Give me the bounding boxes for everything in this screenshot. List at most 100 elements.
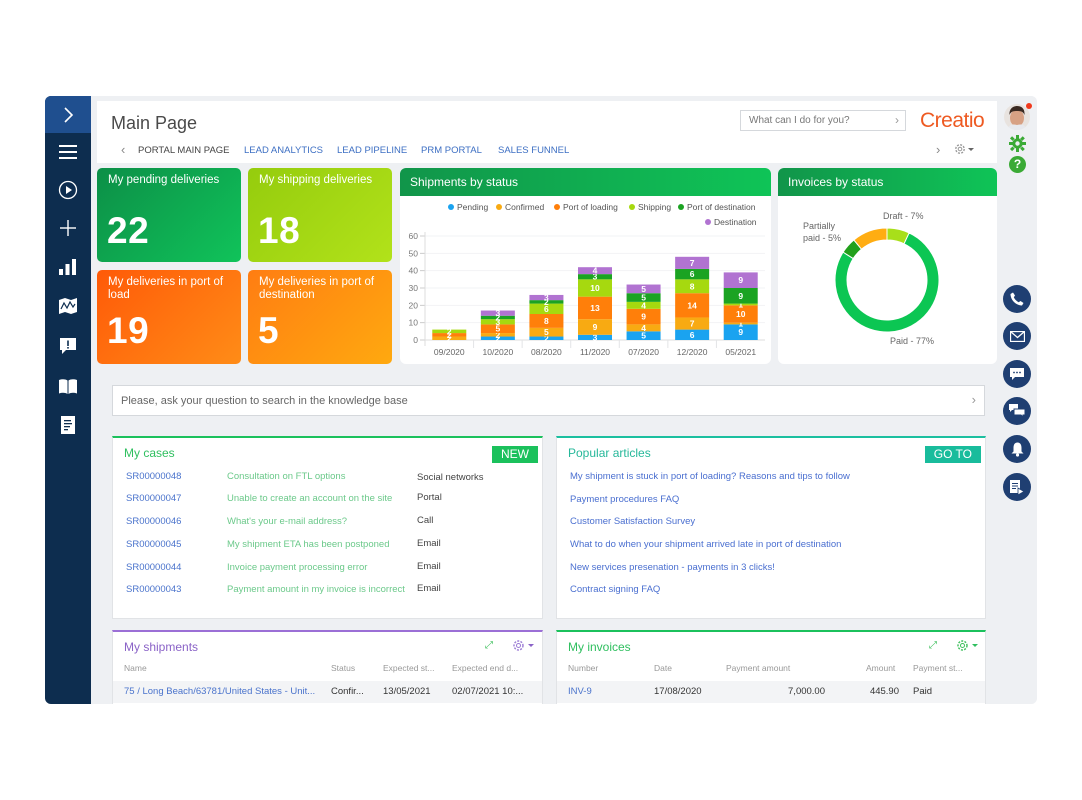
sidebar-item-process[interactable]: [45, 175, 91, 205]
article-link[interactable]: Contract signing FAQ: [570, 584, 660, 595]
case-number-link[interactable]: SR00000048: [126, 471, 181, 482]
chevron-right-icon[interactable]: ›: [972, 392, 976, 407]
grid-row[interactable]: INV-9 17/08/2020 7,000.00 445.90 Paid: [557, 681, 985, 703]
case-channel: Email: [417, 538, 441, 549]
gear-icon: [957, 640, 978, 651]
tile-value: 22: [107, 210, 150, 251]
column-header-expected-start[interactable]: Expected st...: [383, 663, 435, 673]
invoice-amount: 445.90: [869, 686, 899, 697]
play-circle-icon: [58, 180, 78, 200]
page-header: Main Page What can I do for you? › Creat…: [97, 101, 997, 163]
column-header-expected-end[interactable]: Expected end d...: [452, 663, 518, 673]
knowledge-base-search-input[interactable]: Please, ask your question to search in t…: [112, 385, 985, 416]
invoices-settings-button[interactable]: [956, 639, 980, 657]
case-number-link[interactable]: SR00000044: [126, 562, 181, 573]
data-label: 8: [690, 281, 695, 291]
chat-button[interactable]: [1003, 360, 1031, 388]
tab-sales-funnel[interactable]: SALES FUNNEL: [498, 145, 569, 156]
tabs-scroll-right-button[interactable]: ›: [936, 142, 940, 157]
sidebar-item-knowledge-base[interactable]: [45, 371, 91, 401]
go-to-articles-button[interactable]: GO TO: [924, 446, 981, 463]
data-label: 5: [641, 293, 646, 303]
expand-sidebar-button[interactable]: [45, 96, 91, 133]
case-row: SR00000047 Unable to create an account o…: [113, 492, 542, 511]
case-subject-link[interactable]: My shipment ETA has been postponed: [227, 539, 389, 550]
case-number-link[interactable]: SR00000043: [126, 584, 181, 595]
sidebar-item-cases[interactable]: [45, 331, 91, 361]
tile-shipping-deliveries[interactable]: My shipping deliveries 18: [248, 168, 392, 262]
column-header-payment-amount[interactable]: Payment amount: [726, 663, 790, 673]
tab-lead-pipeline[interactable]: LEAD PIPELINE: [337, 145, 407, 156]
case-number-link[interactable]: SR00000046: [126, 516, 181, 527]
column-header-status[interactable]: Status: [331, 663, 355, 673]
case-row: SR00000048 Consultation on FTL options S…: [113, 471, 542, 489]
tab-lead-analytics[interactable]: LEAD ANALYTICS: [244, 145, 323, 156]
notifications-button[interactable]: [1003, 435, 1031, 463]
tile-deliveries-port-of-destination[interactable]: My deliveries in port of destination 5: [248, 270, 392, 364]
tile-pending-deliveries[interactable]: My pending deliveries 22: [97, 168, 241, 262]
data-label: 9: [738, 291, 743, 301]
column-header-name[interactable]: Name: [124, 663, 147, 673]
case-subject-link[interactable]: Unable to create an account on the site: [227, 493, 392, 504]
tile-deliveries-port-of-load[interactable]: My deliveries in port of load 19: [97, 270, 241, 364]
data-label: 6: [690, 330, 695, 340]
case-number-link[interactable]: SR00000045: [126, 539, 181, 550]
sidebar-item-add[interactable]: [45, 213, 91, 243]
column-header-number[interactable]: Number: [568, 663, 598, 673]
command-line-input[interactable]: What can I do for you? ›: [740, 110, 906, 131]
expand-icon[interactable]: ⤢: [485, 640, 493, 651]
chevron-right-icon[interactable]: ›: [895, 113, 899, 127]
page-title: Main Page: [111, 113, 198, 133]
case-number-link[interactable]: SR00000047: [126, 493, 181, 504]
help-icon[interactable]: ?: [1009, 156, 1026, 173]
shipment-name-link[interactable]: 75 / Long Beach/63781/United States - Un…: [124, 686, 315, 697]
case-subject-link[interactable]: Payment amount in my invoice is incorrec…: [227, 584, 405, 595]
shipments-by-status-card: Shipments by status Pending Confirmed Po…: [400, 168, 771, 364]
article-link[interactable]: My shipment is stuck in port of loading?…: [570, 471, 850, 482]
document-play-button[interactable]: [1003, 473, 1031, 501]
menu-button[interactable]: [45, 137, 91, 167]
phone-button[interactable]: [1003, 285, 1031, 313]
case-channel: Social networks: [417, 472, 484, 483]
article-link[interactable]: New services presenation - payments in 3…: [570, 562, 775, 573]
x-tick-label: 07/2020: [628, 347, 659, 357]
menu-icon: [59, 145, 77, 159]
shipment-expected-end: 02/07/2021 10:...: [452, 686, 524, 697]
data-label: 13: [590, 303, 600, 313]
tabs-scroll-left-button[interactable]: ‹: [121, 142, 125, 157]
sidebar-item-analytics[interactable]: [45, 252, 91, 282]
article-link[interactable]: What to do when your shipment arrived la…: [570, 539, 841, 550]
x-tick-label: 12/2020: [677, 347, 708, 357]
shipments-settings-button[interactable]: [512, 639, 536, 657]
case-subject-link[interactable]: Consultation on FTL options: [227, 471, 345, 482]
expand-icon[interactable]: ⤢: [929, 640, 937, 651]
tile-title: My shipping deliveries: [259, 174, 373, 186]
email-button[interactable]: [1003, 322, 1031, 350]
sidebar-item-documents[interactable]: [45, 410, 91, 440]
column-header-amount[interactable]: Amount: [866, 663, 895, 673]
column-header-date[interactable]: Date: [654, 663, 672, 673]
case-subject-link[interactable]: What's your e-mail address?: [227, 516, 347, 527]
case-row: SR00000046 What's your e-mail address? C…: [113, 515, 542, 534]
my-cases-panel: My cases NEW SR00000048 Consultation on …: [112, 436, 543, 619]
data-label: 5: [641, 284, 646, 294]
panel-title: Popular articles: [568, 446, 651, 460]
article-link[interactable]: Payment procedures FAQ: [570, 494, 679, 505]
data-label: 10: [736, 309, 746, 319]
y-tick-label: 20: [409, 300, 419, 310]
panel-title: My shipments: [124, 640, 199, 654]
popular-articles-panel: Popular articles GO TO My shipment is st…: [556, 436, 986, 619]
new-case-button[interactable]: NEW: [492, 446, 538, 463]
dashboard-settings-button[interactable]: [954, 143, 976, 158]
tab-portal-main-page[interactable]: PORTAL MAIN PAGE: [138, 145, 230, 156]
chats-button[interactable]: [1003, 397, 1031, 425]
case-subject-link[interactable]: Invoice payment processing error: [227, 562, 367, 573]
invoice-number-link[interactable]: INV-9: [568, 686, 592, 697]
column-header-payment-status[interactable]: Payment st...: [913, 663, 963, 673]
article-link[interactable]: Customer Satisfaction Survey: [570, 516, 695, 527]
tab-prm-portal[interactable]: PRM PORTAL: [421, 145, 482, 156]
donut-slice[interactable]: [853, 227, 888, 250]
sidebar-item-map[interactable]: [45, 291, 91, 321]
grid-row[interactable]: 75 / Long Beach/63781/United States - Un…: [113, 681, 542, 703]
system-settings-button[interactable]: [1009, 135, 1026, 157]
